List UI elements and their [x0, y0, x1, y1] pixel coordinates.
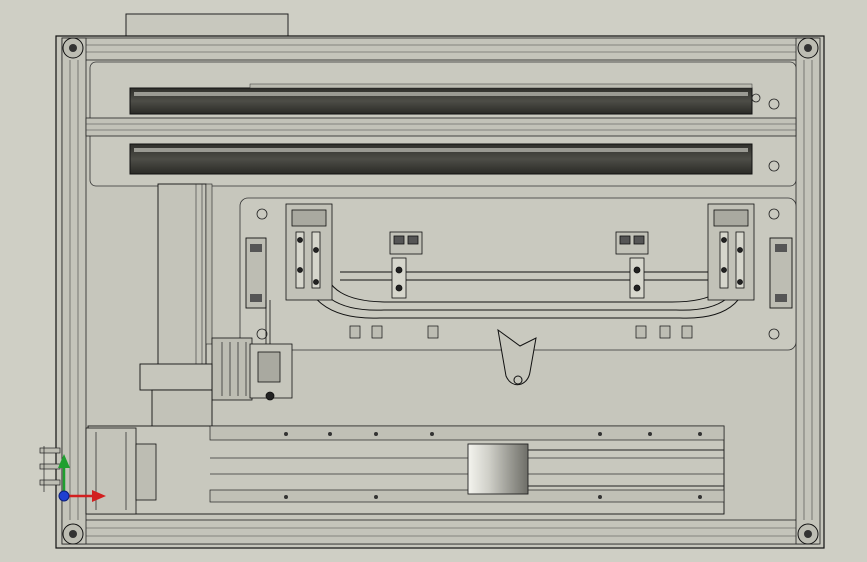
bolt-icon — [430, 432, 434, 436]
connector-pins — [39, 446, 61, 492]
bottom-extrusion[interactable] — [61, 519, 819, 545]
conveyor-belt-upper[interactable] — [129, 87, 753, 115]
bolt-icon — [284, 432, 288, 436]
belt-highlight — [134, 148, 748, 152]
belt-guide — [249, 83, 753, 89]
drive-roller[interactable] — [467, 443, 529, 495]
carriage-top[interactable] — [139, 363, 213, 391]
bolt-icon — [698, 495, 702, 499]
bolt-icon — [284, 495, 288, 499]
corner-bracket-top-right[interactable] — [797, 37, 819, 59]
bolt-icon — [648, 432, 652, 436]
bolt-icon — [374, 495, 378, 499]
assembly-drawing[interactable] — [0, 0, 867, 562]
bolt-icon — [598, 432, 602, 436]
left-extrusion[interactable] — [61, 37, 87, 545]
bolt-icon — [698, 432, 702, 436]
cad-viewport[interactable] — [0, 0, 867, 562]
side-clamp-left[interactable] — [245, 237, 267, 309]
gripper-left[interactable] — [285, 203, 333, 301]
bolt-icon — [328, 432, 332, 436]
corner-bracket-bottom-left[interactable] — [62, 523, 84, 545]
cable-guide — [205, 183, 213, 345]
bolt-icon — [374, 432, 378, 436]
corner-bracket-top-left[interactable] — [62, 37, 84, 59]
corner-bracket-bottom-right[interactable] — [797, 523, 819, 545]
top-extrusion[interactable] — [61, 37, 819, 61]
z-axis-dot — [58, 490, 70, 502]
belt-highlight — [134, 92, 748, 96]
side-clamp-right[interactable] — [769, 237, 793, 309]
right-extrusion[interactable] — [795, 37, 821, 545]
vertical-slide-column[interactable] — [157, 183, 207, 393]
gripper-right[interactable] — [707, 203, 755, 301]
cross-rail[interactable] — [85, 117, 797, 137]
bolt-icon — [598, 495, 602, 499]
